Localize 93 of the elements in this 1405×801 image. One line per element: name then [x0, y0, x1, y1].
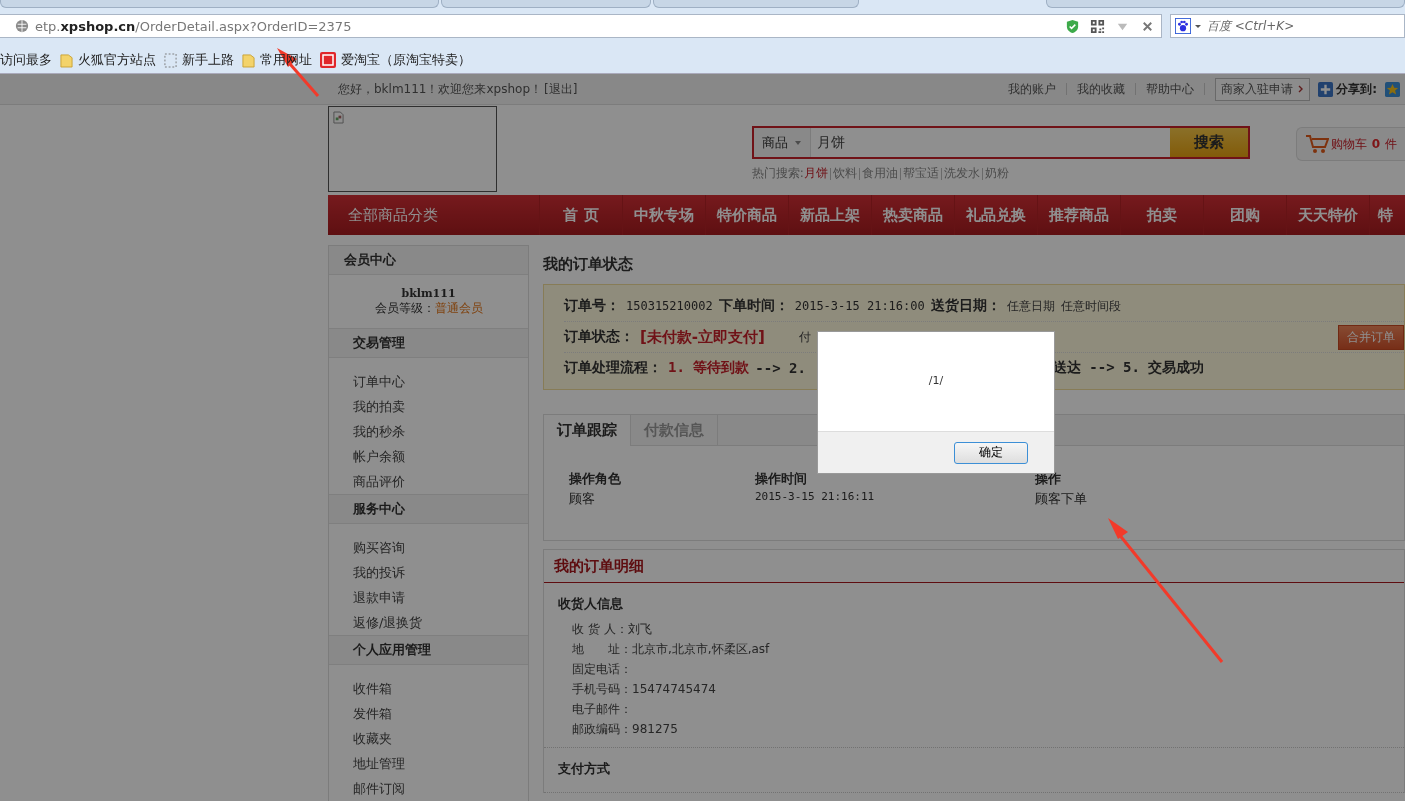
sidebar-link[interactable]: 收藏夹: [353, 726, 528, 751]
field-label: 电子邮件：: [572, 700, 632, 718]
section-title: 我的订单明细: [544, 550, 1404, 583]
status-text: 付: [798, 328, 811, 346]
sidebar-heading: 个人应用管理: [329, 635, 528, 665]
field-label: 地 址：: [572, 640, 632, 658]
nav-link[interactable]: 热卖商品: [871, 195, 954, 235]
tab[interactable]: 订单跟踪: [544, 415, 631, 446]
ok-button[interactable]: 确定: [954, 441, 1028, 464]
sidebar-link[interactable]: 我的投诉: [353, 560, 528, 585]
order-time: 2015-3-15 21:16:00: [794, 299, 925, 313]
nav-link[interactable]: 礼品兑换: [954, 195, 1037, 235]
dialog-message: /1/: [927, 374, 945, 389]
sidebar-link[interactable]: 订单中心: [353, 369, 528, 394]
order-number: 150315210002: [626, 299, 713, 313]
subsection-title: 支付方式: [558, 760, 611, 778]
bookmark[interactable]: 访问最多: [0, 51, 52, 69]
field-label: 固定电话：: [572, 660, 632, 678]
bookmark[interactable]: 火狐官方站点: [60, 51, 156, 69]
sidebar-link[interactable]: 我的秒杀: [353, 419, 528, 444]
sidebar-link[interactable]: 邮件订阅: [353, 776, 528, 801]
column-header: 操作角色: [569, 470, 622, 488]
nav-link[interactable]: 新品上架: [788, 195, 871, 235]
hot-search-link[interactable]: 食用油: [861, 165, 898, 182]
sidebar-link[interactable]: 地址管理: [353, 751, 528, 776]
sidebar-heading: 会员中心: [329, 246, 528, 275]
delivery-value: 任意时间段: [1060, 297, 1121, 315]
field-value: 刘飞: [627, 620, 652, 638]
nav-link[interactable]: 推荐商品: [1037, 195, 1120, 235]
table-cell-text: 顾客下单: [1035, 490, 1088, 508]
merge-order-button[interactable]: 合并订单: [1338, 324, 1404, 350]
category-dropdown[interactable]: 商品: [753, 128, 811, 157]
sidebar-link[interactable]: 发件箱: [353, 701, 528, 726]
sidebar-link[interactable]: 收件箱: [353, 676, 528, 701]
search-bar[interactable]: 商品 月饼 搜索: [751, 126, 1250, 159]
field-label: 订单号：: [564, 297, 620, 315]
nav-link[interactable]: 特: [1369, 195, 1393, 235]
nav-link[interactable]: 团购: [1203, 195, 1286, 235]
sidebar-link[interactable]: 退款申请: [353, 585, 528, 610]
bookmark[interactable]: 爱淘宝（原淘宝特卖）: [320, 51, 471, 69]
nav-link[interactable]: 中秋专场: [622, 195, 705, 235]
field-label: 订单处理流程：: [564, 359, 662, 377]
cart-button[interactable]: 购物车 0 件: [1295, 127, 1405, 161]
field-label: 下单时间：: [718, 297, 789, 315]
hot-search-label: 热门搜索:: [751, 165, 804, 182]
sidebar-link[interactable]: 帐户余额: [353, 444, 528, 469]
sidebar-link[interactable]: 购买咨询: [353, 535, 528, 560]
search-bar[interactable]: 百度 <Ctrl+K>: [1170, 14, 1405, 38]
field-label: 收 货 人：: [572, 620, 628, 638]
delivery-value: 任意日期: [1006, 297, 1055, 315]
search-button[interactable]: 搜索: [1169, 128, 1248, 157]
hot-search-link[interactable]: 奶粉: [984, 165, 1009, 182]
field-label: 订单状态：: [564, 328, 634, 346]
table-cell-text: 2015-3-15 21:16:11: [755, 490, 876, 505]
nav-link[interactable]: 特价商品: [705, 195, 788, 235]
sidebar-heading: 交易管理: [329, 328, 528, 358]
table-cell-text: 顾客: [569, 490, 596, 508]
nav-link[interactable]: 首 页: [539, 195, 622, 235]
top-link[interactable]: 我的账户: [998, 80, 1067, 98]
sidebar-link[interactable]: 返修/退换货: [353, 610, 528, 635]
pay-now-link[interactable]: [未付款-立即支付]: [640, 327, 765, 347]
top-link[interactable]: 我的收藏: [1067, 80, 1136, 98]
column-header: 操作时间: [755, 470, 808, 488]
share-label: 分享到:: [1336, 80, 1377, 98]
field-value: 北京市,北京市,怀柔区,asf: [632, 640, 770, 658]
field-label: 邮政编码：: [572, 720, 632, 738]
sidebar-link[interactable]: 我的拍卖: [353, 394, 528, 419]
nav-link[interactable]: 天天特价: [1286, 195, 1369, 235]
greeting-text: 您好，bklm111！欢迎您来xpshop！: [338, 80, 543, 98]
flow-step: --> 2.: [755, 360, 806, 376]
flow-step: 1. 等待到款: [668, 359, 750, 377]
hot-search-link[interactable]: 洗发水: [943, 165, 980, 182]
sidebar-heading: 服务中心: [329, 494, 528, 524]
sidebar-link[interactable]: 商品评价: [353, 469, 528, 494]
top-link[interactable]: 帮助中心: [1136, 80, 1205, 98]
hot-search-link[interactable]: 帮宝适: [902, 165, 939, 182]
hot-search-link[interactable]: 饮料: [832, 165, 857, 182]
logout-link[interactable]: [退出]: [544, 80, 578, 98]
hot-search-link[interactable]: 月饼: [803, 165, 828, 182]
merchant-apply-button[interactable]: 商家入驻申请: [1215, 77, 1311, 101]
nav-link[interactable]: 拍卖: [1120, 195, 1203, 235]
member-level-link[interactable]: 普通会员: [434, 301, 483, 315]
field-label: 手机号码：: [572, 680, 632, 698]
field-value: 981275: [632, 722, 678, 736]
subsection-title: 收货人信息: [558, 595, 624, 613]
section-title: 我的订单状态: [543, 254, 634, 275]
bookmark[interactable]: 新手上路: [164, 51, 234, 69]
field-value: 15474745474: [632, 682, 716, 696]
field-label: 送货日期：: [930, 297, 1001, 315]
category-menu[interactable]: 全部商品分类: [328, 195, 539, 235]
level-label: 会员等级：: [374, 301, 435, 315]
address-bar[interactable]: etp.xpshop.cn/OrderDetail.aspx?OrderID=2375: [0, 14, 1162, 38]
username: bklm111: [400, 287, 457, 300]
